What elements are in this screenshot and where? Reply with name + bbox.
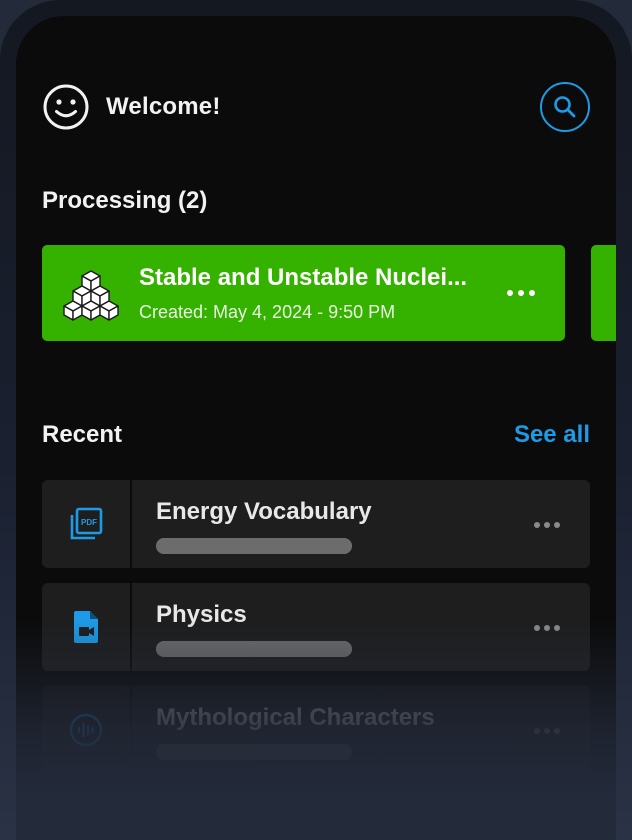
processing-card-title: Stable and Unstable Nuclei... [139, 263, 468, 291]
smile-face-icon[interactable] [42, 83, 90, 131]
svg-text:PDF: PDF [81, 518, 97, 527]
header: Welcome! [42, 82, 590, 132]
phone-frame: Welcome! Processing (2) Stable and Unsta… [0, 0, 632, 840]
cubes-icon [63, 270, 119, 321]
processing-card-created: Created: May 4, 2024 - 9:50 PM [139, 301, 396, 322]
dot [554, 728, 560, 734]
recent-item-title: Energy Vocabulary [156, 498, 372, 525]
video-file-icon [74, 611, 98, 643]
processing-card-more-button[interactable] [507, 283, 535, 303]
recent-item-progress-fill [156, 641, 352, 657]
dot [544, 728, 550, 734]
recent-item-more-button[interactable] [534, 522, 560, 528]
pdf-icon: PDF [70, 507, 103, 540]
search-icon [554, 96, 576, 118]
recent-item-title: Physics [156, 601, 247, 628]
recent-item-progress [156, 641, 352, 657]
welcome-text: Welcome! [106, 93, 221, 120]
recent-item-more-button[interactable] [534, 625, 560, 631]
dot [534, 728, 540, 734]
dot [554, 625, 560, 631]
recent-item-progress-fill [156, 744, 352, 760]
search-button[interactable] [540, 82, 590, 132]
recent-item[interactable]: Mythological Characters [42, 686, 590, 774]
recent-item-body: Mythological Characters [132, 686, 590, 774]
see-all-link[interactable]: See all [514, 421, 590, 449]
processing-heading: Processing (2) [42, 187, 208, 214]
recent-item-icon-box [42, 686, 132, 774]
recent-item-body: Energy Vocabulary [132, 480, 590, 568]
dot [544, 625, 550, 631]
dot [554, 522, 560, 528]
dot [518, 290, 524, 296]
recent-heading: Recent [42, 421, 123, 448]
dot [544, 522, 550, 528]
processing-card-next[interactable] [591, 245, 616, 341]
recent-item-body: Physics [132, 583, 590, 671]
processing-card-text: Stable and Unstable Nuclei... Created: M… [139, 264, 479, 323]
recent-item-title: Mythological Characters [156, 704, 435, 731]
recent-item[interactable]: Physics [42, 583, 590, 671]
recent-item-progress [156, 744, 352, 760]
dot [534, 625, 540, 631]
dot [529, 290, 535, 296]
audio-icon [69, 713, 103, 747]
recent-item-more-button[interactable] [534, 728, 560, 734]
recent-item[interactable]: PDF Energy Vocabulary [42, 480, 590, 568]
recent-item-icon-box [42, 583, 132, 671]
dot [507, 290, 513, 296]
recent-item-icon-box: PDF [42, 480, 132, 568]
recent-item-progress [156, 538, 352, 554]
dot [534, 522, 540, 528]
recent-item-progress-fill [156, 538, 352, 554]
processing-card[interactable]: Stable and Unstable Nuclei... Created: M… [42, 245, 565, 341]
app-screen: Welcome! Processing (2) Stable and Unsta… [16, 16, 616, 840]
